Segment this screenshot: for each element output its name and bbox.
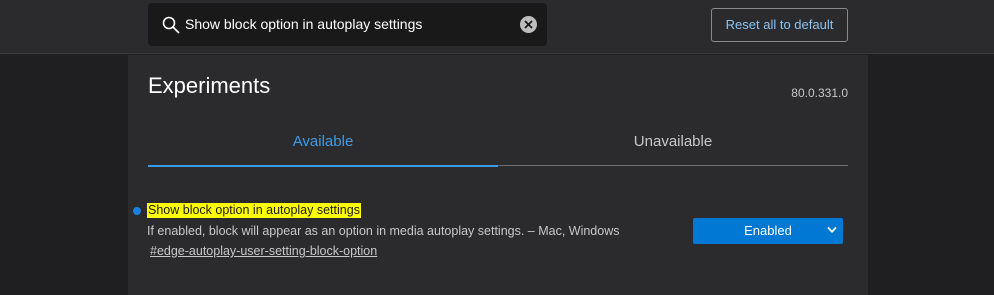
close-icon[interactable] xyxy=(520,16,537,33)
active-tab-indicator xyxy=(148,165,498,167)
page-title: Experiments xyxy=(148,73,271,98)
reset-all-button[interactable]: Reset all to default xyxy=(711,8,848,42)
tab-available-label: Available xyxy=(292,133,354,150)
experiments-panel: Experiments 80.0.331.0 Available Unavail… xyxy=(128,55,868,295)
version-label: 80.0.331.0 xyxy=(791,86,848,100)
flag-state-select[interactable]: Enabled xyxy=(693,218,843,244)
top-bar: Reset all to default xyxy=(0,0,994,54)
flag-title: Show block option in autoplay settings xyxy=(147,203,361,218)
tab-available[interactable]: Available xyxy=(148,123,498,167)
tab-unavailable[interactable]: Unavailable xyxy=(498,123,848,165)
search-icon xyxy=(162,16,180,34)
chevron-down-icon xyxy=(827,227,837,233)
flag-state-value: Enabled xyxy=(744,223,792,238)
search-box[interactable] xyxy=(148,3,547,46)
search-input[interactable] xyxy=(185,13,505,35)
tab-bar: Available Unavailable xyxy=(148,123,848,167)
tab-unavailable-label: Unavailable xyxy=(633,133,713,150)
flag-anchor-link[interactable]: #edge-autoplay-user-setting-block-option xyxy=(150,244,377,258)
flag-modified-dot xyxy=(133,207,141,215)
flag-description: If enabled, block will appear as an opti… xyxy=(147,224,620,238)
